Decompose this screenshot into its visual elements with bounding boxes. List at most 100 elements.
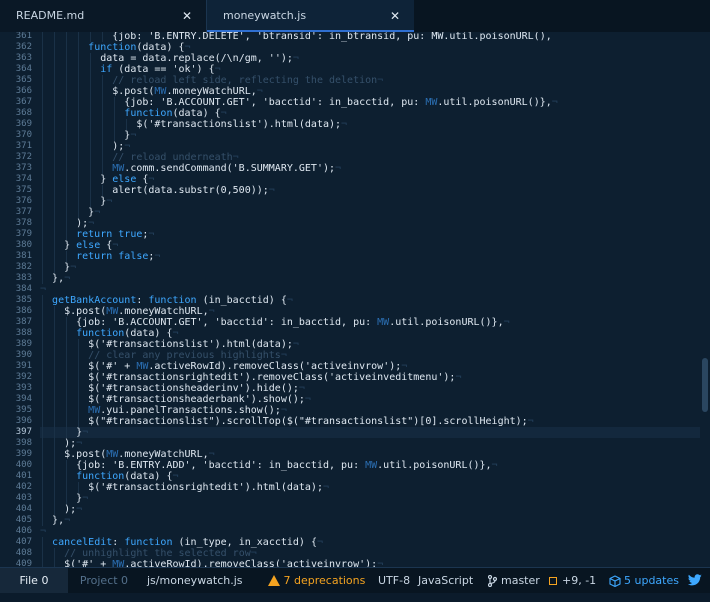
code-line[interactable]: {job: 'B.ENTRY.DELETE', 'btransid': in_b… <box>40 32 700 42</box>
code-line[interactable]: },¬ <box>40 515 700 526</box>
code-line[interactable]: return true;¬ <box>40 229 700 240</box>
code-token: ¬ <box>280 350 287 361</box>
code-line[interactable]: function(data) {¬ <box>40 108 700 119</box>
code-line[interactable]: data = data.replace(/\n/gm, '');¬ <box>40 53 700 64</box>
code-line[interactable]: }¬ <box>40 130 700 141</box>
code-line[interactable]: function(data) {¬ <box>40 471 700 482</box>
indent-guide <box>54 229 55 240</box>
code-token: ¬ <box>292 53 299 64</box>
code-area[interactable]: {job: 'B.ENTRY.DELETE', 'btransid': in_b… <box>40 32 700 567</box>
indent-guide <box>42 108 43 119</box>
code-line[interactable]: );¬ <box>40 504 700 515</box>
code-line[interactable]: {job: 'B.ACCOUNT.GET', 'bacctid': in_bac… <box>40 317 700 328</box>
code-line[interactable]: );¬ <box>40 218 700 229</box>
code-line[interactable]: }¬ <box>40 262 700 273</box>
indent-guide <box>78 207 79 218</box>
indent-guide <box>42 130 43 141</box>
code-line[interactable]: $('#transactionslist').html(data);¬ <box>40 339 700 350</box>
indent-guide <box>114 119 115 130</box>
code-line[interactable]: return false;¬ <box>40 251 700 262</box>
code-line[interactable]: MW.yui.panelTransactions.show();¬ <box>40 405 700 416</box>
indent-guide <box>54 32 55 42</box>
code-token: ¬ <box>88 218 95 229</box>
code-line[interactable]: // reload underneath¬ <box>40 152 700 163</box>
code-line[interactable]: $.post(MW.moneyWatchURL,¬ <box>40 306 700 317</box>
package-updates[interactable]: 5 updates <box>609 568 679 593</box>
code-line[interactable]: {job: 'B.ENTRY.ADD', 'bacctid': in_bacct… <box>40 460 700 471</box>
code-line[interactable]: $('#transactionslist').html(data);¬ <box>40 119 700 130</box>
file-path[interactable]: js/moneywatch.js <box>147 568 243 593</box>
code-line[interactable]: function(data) {¬ <box>40 42 700 53</box>
tab-moneywatch[interactable]: moneywatch.js ✕ <box>207 0 414 32</box>
code-line[interactable]: }¬ <box>40 427 700 438</box>
code-token: ¬ <box>40 284 47 295</box>
indent-guide <box>42 229 43 240</box>
code-line[interactable]: MW.comm.sendCommand('B.SUMMARY.GET');¬ <box>40 163 700 174</box>
close-icon[interactable]: ✕ <box>390 0 400 32</box>
code-line[interactable]: );¬ <box>40 438 700 449</box>
twitter-icon[interactable] <box>687 568 706 593</box>
code-line[interactable]: $("#transactionslist").scrollTop($("#tra… <box>40 416 700 427</box>
code-line[interactable]: } else {¬ <box>40 240 700 251</box>
indent-guide <box>102 75 103 86</box>
code-line[interactable]: if (data == 'ok') {¬ <box>40 64 700 75</box>
code-line[interactable]: // clear any previous highlights¬ <box>40 350 700 361</box>
code-editor[interactable]: 361 362 363 364 365 366 367 368 369 370 371 372 373 3… <box>0 32 710 567</box>
line-number: 383 <box>15 273 32 283</box>
code-line[interactable]: ¬ <box>40 284 700 295</box>
code-line[interactable]: getBankAccount: function (in_bacctid) {¬ <box>40 295 700 306</box>
indent-guide <box>42 559 43 567</box>
code-line[interactable]: );¬ <box>40 141 700 152</box>
code-line[interactable]: alert(data.substr(0,500));¬ <box>40 185 700 196</box>
encoding-selector[interactable]: UTF-8 <box>378 568 410 593</box>
code-line[interactable]: $('#transactionsrightedit').html(data);¬ <box>40 482 700 493</box>
code-line[interactable]: $('#transactionsheaderinv').hide();¬ <box>40 383 700 394</box>
code-line[interactable]: // unhighlight the selected row¬ <box>40 548 700 559</box>
close-icon[interactable]: ✕ <box>182 0 192 32</box>
scrollbar-thumb[interactable] <box>702 358 708 412</box>
vertical-scrollbar[interactable] <box>700 32 710 567</box>
code-line[interactable]: function(data) {¬ <box>40 328 700 339</box>
project-toggle-button[interactable]: Project 0 <box>68 568 140 593</box>
code-token: .activeRowId).removeClass('activeinvrow'… <box>148 361 402 372</box>
deprecations-indicator[interactable]: ! 7 deprecations <box>268 568 365 593</box>
code-line[interactable]: // reload left side, reflecting the dele… <box>40 75 700 86</box>
code-line[interactable]: }¬ <box>40 196 700 207</box>
code-token: .activeRowId).removeClass('activeinvrow'… <box>124 559 378 567</box>
code-line[interactable]: $('#' + MW.activeRowId).removeClass('act… <box>40 361 700 372</box>
indent-guide <box>90 86 91 97</box>
tab-readme[interactable]: README.md ✕ <box>0 0 207 32</box>
file-toggle-button[interactable]: File 0 <box>0 568 68 593</box>
code-line[interactable]: ¬ <box>40 526 700 537</box>
code-line[interactable]: } else {¬ <box>40 174 700 185</box>
code-line[interactable]: },¬ <box>40 273 700 284</box>
git-branch[interactable]: master <box>487 568 540 593</box>
code-token: .util.poisonURL()}, <box>437 97 552 108</box>
indent-guide <box>42 460 43 471</box>
code-token: $('#' + <box>64 559 113 567</box>
code-line[interactable]: {job: 'B.ACCOUNT.GET', 'bacctid': in_bac… <box>40 97 700 108</box>
code-line[interactable]: $.post(MW.moneyWatchURL,¬ <box>40 86 700 97</box>
code-line[interactable]: $('#' + MW.activeRowId).removeClass('act… <box>40 559 700 567</box>
code-line[interactable]: }¬ <box>40 207 700 218</box>
code-line[interactable]: cancelEdit: function (in_type, in_xaccti… <box>40 537 700 548</box>
code-line[interactable]: $.post(MW.moneyWatchURL,¬ <box>40 449 700 460</box>
code-token: ¬ <box>172 328 179 339</box>
indent-guide <box>66 141 67 152</box>
indent-guide <box>42 295 43 306</box>
code-line[interactable]: $('#transactionsheaderbank').show();¬ <box>40 394 700 405</box>
code-line[interactable]: $('#transactionsrightedit').removeClass(… <box>40 372 700 383</box>
indent-guide <box>66 471 67 482</box>
code-token: ¬ <box>172 471 179 482</box>
git-diff-summary[interactable]: +9, -1 <box>549 568 596 593</box>
code-token: .moneyWatchURL, <box>118 449 209 460</box>
code-token: ¬ <box>214 64 221 75</box>
code-line[interactable]: }¬ <box>40 493 700 504</box>
grammar-selector[interactable]: JavaScript <box>418 568 473 593</box>
